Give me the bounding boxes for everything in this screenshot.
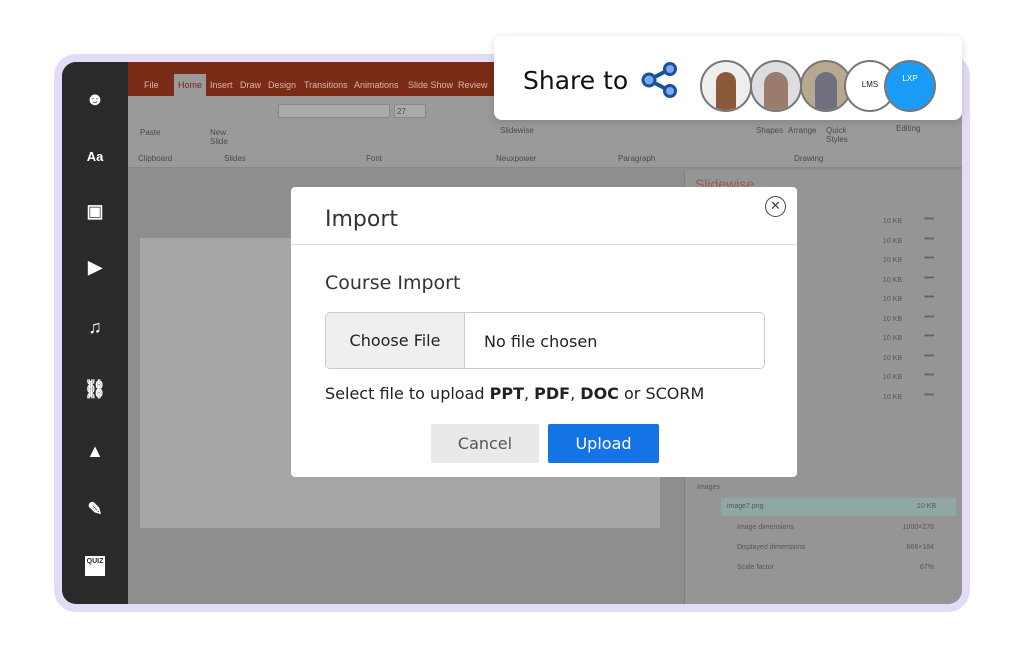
more-icon[interactable]: •••• bbox=[924, 275, 934, 282]
upload-hint: Select file to upload PPT, PDF, DOC or S… bbox=[325, 384, 704, 403]
prop-label: Image dimensions bbox=[737, 524, 794, 531]
music-icon[interactable]: ♫ bbox=[82, 314, 108, 340]
more-icon[interactable]: •••• bbox=[924, 314, 934, 321]
row-size: 10 KB bbox=[882, 335, 902, 342]
share-target-lxp[interactable]: LXP bbox=[884, 60, 936, 112]
hint-suffix: or SCORM bbox=[618, 384, 705, 403]
row-size: 10 KB bbox=[882, 276, 902, 284]
prop-label: Displayed dimensions bbox=[737, 544, 806, 551]
import-dialog: Import ✕ Course Import Choose File No fi… bbox=[291, 187, 797, 477]
more-icon[interactable]: •••• bbox=[924, 294, 934, 301]
quiz-icon[interactable]: QUIZ bbox=[85, 556, 105, 576]
tab-review[interactable]: Review bbox=[458, 80, 488, 90]
group-clipboard: Clipboard bbox=[138, 154, 173, 163]
row-size: 10 KB bbox=[882, 237, 902, 245]
more-icon[interactable]: •••• bbox=[924, 392, 934, 399]
tab-design[interactable]: Design bbox=[268, 80, 296, 90]
arrange-button[interactable]: Arrange bbox=[788, 126, 816, 135]
font-name-select[interactable] bbox=[278, 104, 390, 118]
choose-file-button[interactable]: Choose File bbox=[326, 313, 465, 368]
row-size: 10 KB bbox=[882, 257, 902, 264]
images-group[interactable]: Images bbox=[697, 484, 720, 491]
format-ppt: PPT bbox=[489, 384, 524, 403]
hint-sep: , bbox=[570, 384, 581, 403]
video-icon[interactable]: ▶ bbox=[82, 254, 108, 280]
format-pdf: PDF bbox=[534, 384, 571, 403]
hint-sep: , bbox=[524, 384, 535, 403]
paste-button[interactable]: Paste bbox=[140, 128, 160, 137]
more-icon[interactable]: •••• bbox=[924, 255, 934, 262]
group-slides: Slides bbox=[224, 154, 246, 163]
quick-styles-button[interactable]: Quick Styles bbox=[826, 126, 854, 144]
group-drawing: Drawing bbox=[794, 154, 824, 163]
tab-animations[interactable]: Animations bbox=[354, 80, 399, 90]
hint-text: Select file to upload bbox=[325, 384, 490, 403]
row-size: 10 KB bbox=[882, 218, 902, 225]
shapes-button[interactable]: Shapes bbox=[756, 126, 783, 135]
dialog-header: Import ✕ bbox=[291, 187, 797, 245]
file-input[interactable]: Choose File No file chosen bbox=[325, 312, 765, 369]
tab-slide-show[interactable]: Slide Show bbox=[408, 80, 453, 90]
prop-value: 67% bbox=[919, 564, 934, 571]
shapes-icon[interactable]: ▲ bbox=[82, 438, 108, 464]
file-row[interactable]: image7.png 10 KB bbox=[721, 498, 956, 516]
file-size: 10 KB bbox=[916, 503, 936, 510]
font-size-select[interactable]: 27 bbox=[394, 104, 426, 118]
row-size: 10 KB bbox=[882, 393, 902, 401]
cancel-button[interactable]: Cancel bbox=[431, 424, 539, 463]
more-icon[interactable]: •••• bbox=[924, 216, 934, 223]
editing-button[interactable]: Editing bbox=[896, 124, 920, 133]
link-icon[interactable]: ⛓ bbox=[82, 376, 108, 402]
prop-value: 1000×276 bbox=[902, 524, 934, 531]
format-doc: DOC bbox=[580, 384, 619, 403]
tab-draw[interactable]: Draw bbox=[240, 80, 261, 90]
file-name: image7.png bbox=[727, 503, 764, 510]
row-size: 10 KB bbox=[882, 374, 902, 381]
row-size: 10 KB bbox=[882, 354, 902, 362]
prop-label: Scale factor bbox=[737, 564, 774, 571]
file-status: No file chosen bbox=[484, 332, 598, 351]
share-label: Share to bbox=[523, 66, 629, 95]
group-font: Font bbox=[366, 154, 383, 163]
avatar-2[interactable] bbox=[750, 60, 802, 112]
theater-mask-icon[interactable]: ☻ bbox=[82, 86, 108, 112]
close-icon[interactable]: ✕ bbox=[765, 196, 786, 217]
tab-home[interactable]: Home bbox=[174, 74, 207, 96]
tab-file[interactable]: File bbox=[144, 80, 159, 90]
row-size: 10 KB bbox=[882, 296, 902, 303]
more-icon[interactable]: •••• bbox=[924, 333, 934, 340]
share-card: Share to LMS LXP bbox=[494, 36, 962, 120]
new-slide-button[interactable]: New Slide bbox=[210, 128, 240, 146]
row-size: 10 KB bbox=[882, 315, 902, 323]
tool-sidebar: ☻ Aa ▣ ▶ ♫ ⛓ ▲ ✎ QUIZ bbox=[62, 62, 128, 604]
text-icon[interactable]: Aa bbox=[82, 144, 108, 170]
image-icon[interactable]: ▣ bbox=[82, 198, 108, 224]
avatar-1[interactable] bbox=[700, 60, 752, 112]
tab-transitions[interactable]: Transitions bbox=[304, 80, 348, 90]
group-neuxpower: Neuxpower bbox=[496, 154, 537, 163]
dialog-subtitle: Course Import bbox=[325, 272, 461, 294]
upload-button[interactable]: Upload bbox=[548, 424, 659, 463]
share-icon[interactable] bbox=[640, 62, 680, 98]
more-icon[interactable]: •••• bbox=[924, 372, 934, 379]
group-paragraph: Paragraph bbox=[618, 154, 656, 163]
tab-insert[interactable]: Insert bbox=[210, 80, 233, 90]
prop-value: 666×184 bbox=[906, 544, 934, 551]
slidewise-button[interactable]: Slidewise bbox=[500, 126, 534, 135]
more-icon[interactable]: •••• bbox=[924, 353, 934, 360]
dialog-title: Import bbox=[325, 207, 399, 232]
more-icon[interactable]: •••• bbox=[924, 236, 934, 243]
pencil-icon[interactable]: ✎ bbox=[82, 496, 108, 522]
